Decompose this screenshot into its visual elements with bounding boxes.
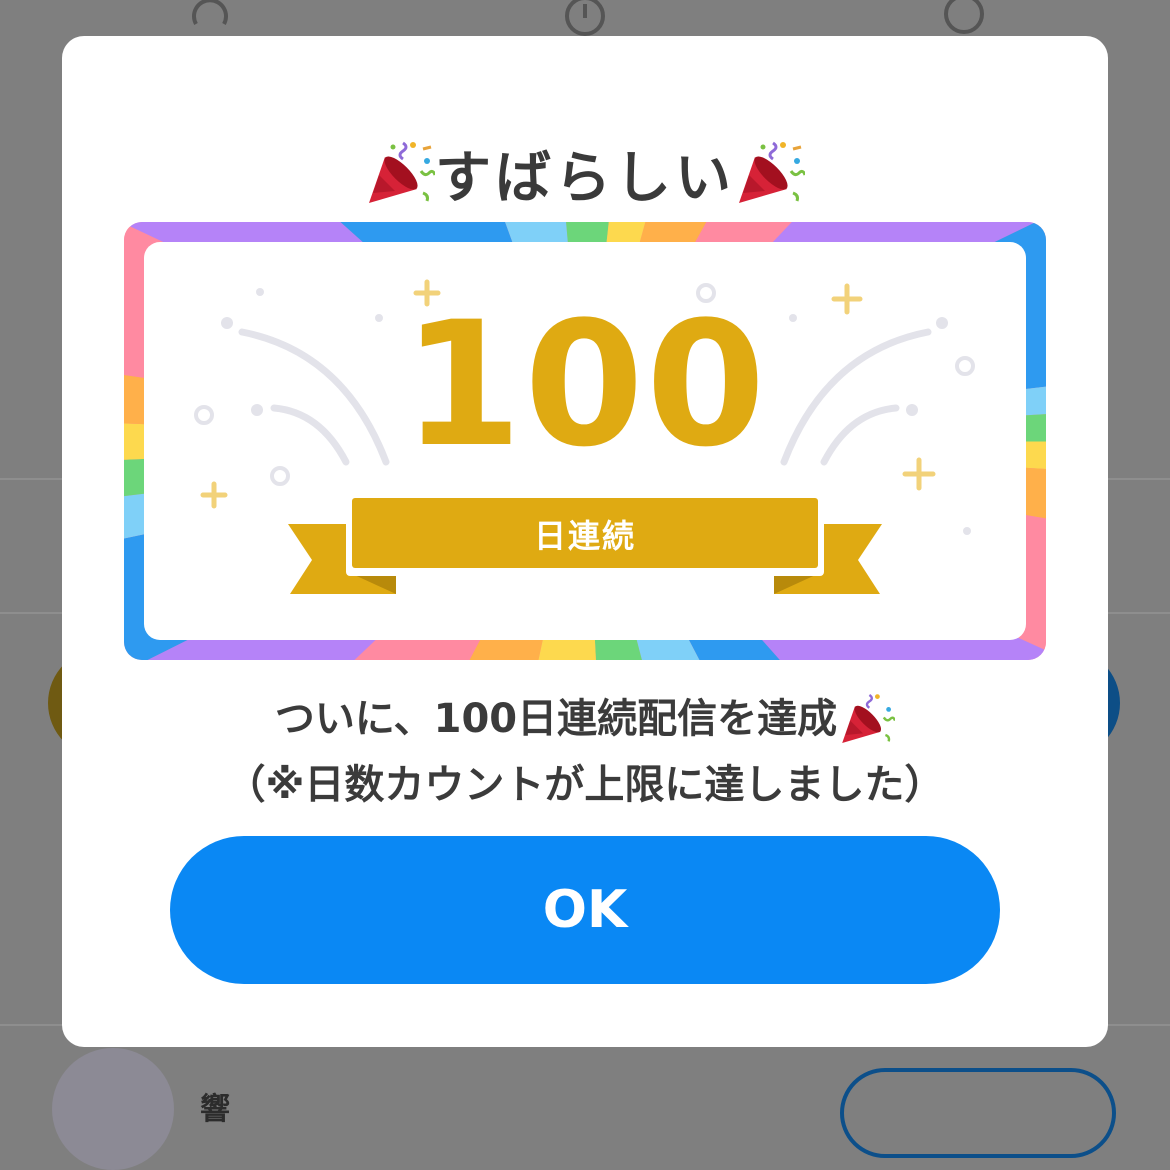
clock-icon: [565, 0, 605, 36]
streak-count: 100: [402, 284, 767, 485]
ok-button[interactable]: OK: [170, 836, 1000, 984]
party-popper-icon: [739, 141, 805, 203]
achievement-dialog: すばらしい 100 日連続 ついに、100日連続配信を達成 （※日数カウントが上…: [62, 36, 1108, 1047]
dialog-title: すばらしい: [62, 128, 1108, 218]
party-popper-icon: [842, 694, 896, 743]
avatar: [52, 1048, 174, 1170]
ribbon-label: 日連続: [534, 517, 636, 555]
follow-button: [840, 1068, 1116, 1158]
achievement-message: ついに、100日連続配信を達成 （※日数カウントが上限に達しました）: [62, 686, 1108, 818]
history-icon: [192, 0, 228, 25]
title-text: すばらしい: [435, 145, 735, 211]
search-icon: [944, 0, 984, 34]
streak-badge-card: 100 日連続: [124, 222, 1046, 660]
message-line-2: （※日数カウントが上限に達しました）: [225, 762, 945, 808]
message-line-1: ついに、100日連続配信を達成: [274, 696, 838, 742]
party-popper-icon: [369, 141, 435, 203]
user-name: 響: [200, 1092, 230, 1127]
